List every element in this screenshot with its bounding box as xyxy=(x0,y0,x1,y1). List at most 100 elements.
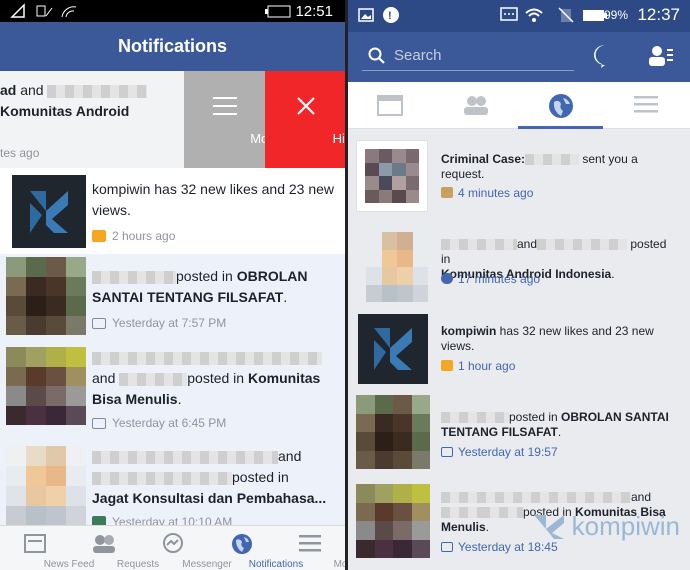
avatar xyxy=(356,484,430,558)
list-item[interactable]: and posted in Jagat Konsultasi dan Pemba… xyxy=(0,436,345,529)
signal-icon xyxy=(10,3,26,19)
item-text: and xyxy=(20,82,44,98)
group-name: Komunitas Android xyxy=(0,103,130,119)
tab-news-feed[interactable]: News Feed xyxy=(0,526,94,570)
item-time: Yesterday at 19:57 xyxy=(458,445,558,459)
tab-more[interactable]: More xyxy=(276,526,345,570)
friend-requests-icon[interactable] xyxy=(648,45,674,67)
no-sim-icon xyxy=(558,7,574,23)
messenger-icon[interactable] xyxy=(592,43,618,69)
redacted-name xyxy=(537,239,628,251)
avatar xyxy=(356,395,430,469)
item-text: posted in xyxy=(187,370,248,386)
status-bar: ! 99% 12:37 xyxy=(348,0,690,32)
wifi-icon xyxy=(60,3,77,19)
watermark: kompiwin xyxy=(532,511,680,542)
top-tabs xyxy=(348,82,690,129)
friend-requests-icon xyxy=(93,535,115,553)
sync-icon xyxy=(36,3,53,19)
punctuation: . xyxy=(283,289,288,305)
bottom-navigation: News Feed Requests Messenger Notificatio… xyxy=(0,525,345,570)
actor-name: Criminal Case: xyxy=(441,152,526,166)
list-item[interactable]: kompiwin has 32 new likes and 23 new vie… xyxy=(0,168,345,254)
item-time-row: 17 minutes ago xyxy=(441,272,540,286)
redacted-name xyxy=(92,351,322,365)
right-phone-screen: ! 99% 12:37 Search Criminal Case: sent y… xyxy=(348,0,690,570)
tab-requests[interactable] xyxy=(433,82,518,128)
avatar xyxy=(366,232,428,302)
battery-percentage: 99% xyxy=(603,8,628,22)
tab-messenger[interactable]: Messenger xyxy=(138,526,232,570)
globe-icon xyxy=(232,534,252,554)
watermark-text: kompiwin xyxy=(571,511,680,541)
group-icon xyxy=(92,318,106,329)
actor-name: kompiwin xyxy=(92,181,151,197)
item-text: posted in xyxy=(509,410,562,424)
news-feed-icon xyxy=(377,95,403,116)
actor-name-fragment: ad xyxy=(0,82,17,98)
search-bar: Search xyxy=(348,32,690,82)
search-input[interactable]: Search xyxy=(362,42,574,71)
redacted-name xyxy=(525,154,580,166)
group-icon xyxy=(92,418,106,429)
punctuation: . xyxy=(611,267,615,281)
status-clock: 12:51 xyxy=(295,3,333,20)
redacted-name xyxy=(92,471,232,485)
group-icon xyxy=(441,447,453,457)
item-text: and xyxy=(278,448,302,464)
list-item[interactable]: posted in OBROLAN SANTAI TENTANG FILSAFA… xyxy=(356,395,682,471)
kompiwin-avatar xyxy=(358,314,428,384)
friend-requests-icon xyxy=(464,96,488,115)
globe-icon xyxy=(549,94,573,118)
punctuation: . xyxy=(177,391,182,407)
active-tab-indicator xyxy=(518,126,603,129)
list-item[interactable]: posted in OBROLAN SANTAI TENTANG FILSAFA… xyxy=(0,254,345,344)
status-clock: 12:37 xyxy=(637,5,680,24)
item-text: and xyxy=(92,370,116,386)
tab-more[interactable] xyxy=(603,82,688,128)
redacted-name xyxy=(481,507,523,519)
battery-icon xyxy=(264,3,294,19)
tab-news-feed[interactable] xyxy=(348,82,433,128)
redacted-name xyxy=(441,412,509,424)
group-icon xyxy=(441,542,453,552)
list-item[interactable]: and posted in Komunitas Bisa Menulis. Ye… xyxy=(0,344,345,436)
tab-notifications[interactable]: Notifications xyxy=(207,526,303,570)
game-image xyxy=(365,149,419,203)
punctuation: . xyxy=(485,520,490,534)
item-time-row: 1 hour ago xyxy=(441,359,515,373)
status-bar: 12:51 xyxy=(0,0,345,22)
game-thumbnail xyxy=(356,140,428,212)
group-icon xyxy=(441,273,453,284)
tab-notifications[interactable] xyxy=(518,82,603,129)
item-text: posted in xyxy=(232,469,289,485)
page-icon xyxy=(92,230,106,242)
kompiwin-logo-icon xyxy=(533,515,564,539)
news-feed-icon xyxy=(24,534,46,553)
list-item[interactable]: kompiwin has 32 new likes and 23 new vie… xyxy=(356,314,682,386)
hide-action-button[interactable]: Hide xyxy=(265,71,345,168)
item-time: 1 hour ago xyxy=(458,359,516,373)
list-item[interactable]: and posted in Komunitas Android Indonesi… xyxy=(356,232,682,304)
redacted-name xyxy=(441,492,631,504)
menu-icon xyxy=(213,97,237,115)
item-time-row: 2 hours ago xyxy=(92,229,175,243)
list-item[interactable]: Criminal Case: sent you a request. 4 min… xyxy=(356,140,682,212)
page-icon xyxy=(441,360,453,371)
close-icon xyxy=(297,97,315,115)
item-time-row: Yesterday at 19:57 xyxy=(441,445,558,459)
messenger-notification-icon: ! xyxy=(383,7,399,23)
tab-requests[interactable]: Requests xyxy=(69,526,159,570)
item-time: Yesterday at 18:45 xyxy=(458,540,558,554)
wifi-icon xyxy=(525,8,543,22)
search-placeholder: Search xyxy=(394,47,442,64)
more-action-button[interactable]: More xyxy=(184,71,280,168)
redacted-name xyxy=(92,270,176,284)
redacted-name xyxy=(47,84,148,98)
menu-icon xyxy=(299,535,321,552)
chat-icon xyxy=(500,7,518,21)
menu-icon xyxy=(634,96,658,113)
item-time-row: Yesterday at 7:57 PM xyxy=(92,316,226,330)
messenger-icon xyxy=(163,533,183,553)
actor-name: kompiwin xyxy=(441,324,497,338)
